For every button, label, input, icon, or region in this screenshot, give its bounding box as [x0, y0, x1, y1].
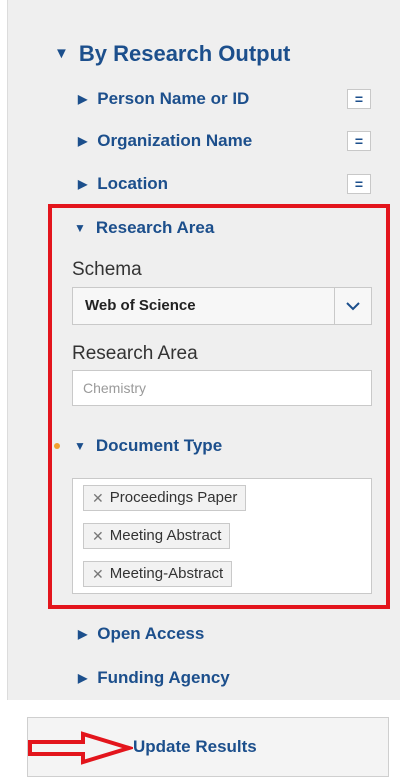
caret-right-icon: ▶ [78, 671, 88, 685]
chevron-down-icon[interactable] [334, 288, 371, 324]
update-results-label: Update Results [133, 737, 257, 756]
schema-select[interactable]: Web of Science [72, 287, 372, 325]
schema-label: Schema [72, 259, 142, 280]
orange-marker [54, 443, 60, 449]
caret-right-icon: ▶ [78, 177, 88, 191]
filter-organization-name[interactable]: ▶ Organization Name [78, 129, 252, 153]
filter-label: Person Name or ID [97, 89, 250, 108]
remove-icon[interactable]: ✕ [92, 562, 104, 586]
research-area-header[interactable]: ▼ Research Area [74, 216, 214, 240]
caret-right-icon: ▶ [78, 134, 88, 148]
filter-label: Research Area [95, 218, 215, 237]
research-area-input[interactable] [72, 370, 372, 406]
document-type-tags[interactable]: ✕ Proceedings Paper ✕ Meeting Abstract ✕… [72, 478, 372, 594]
section-title: By Research Output [78, 41, 291, 66]
filter-label: Document Type [95, 436, 223, 455]
equals-button[interactable]: = [347, 89, 371, 109]
tag-label: Meeting-Abstract [109, 565, 224, 582]
equals-button[interactable]: = [347, 174, 371, 194]
filter-label: Location [97, 174, 169, 193]
document-type-header[interactable]: ▼ Document Type [74, 434, 222, 458]
filter-label: Open Access [97, 624, 205, 643]
filter-label: Funding Agency [97, 668, 230, 687]
schema-value: Web of Science [85, 297, 196, 314]
tag-item: ✕ Proceedings Paper [83, 485, 247, 511]
caret-right-icon: ▶ [78, 627, 88, 641]
caret-down-icon: ▼ [74, 439, 86, 453]
filter-open-access[interactable]: ▶ Open Access [78, 622, 204, 646]
remove-icon[interactable]: ✕ [92, 486, 104, 510]
tag-item: ✕ Meeting-Abstract [83, 561, 233, 587]
filter-person-name[interactable]: ▶ Person Name or ID [78, 87, 249, 111]
filter-label: Organization Name [97, 131, 253, 150]
red-arrow-icon [28, 731, 133, 765]
remove-icon[interactable]: ✕ [92, 524, 104, 548]
caret-down-icon: ▼ [54, 45, 69, 62]
tag-item: ✕ Meeting Abstract [83, 523, 231, 549]
tag-label: Proceedings Paper [109, 489, 238, 506]
filter-location[interactable]: ▶ Location [78, 172, 168, 196]
caret-right-icon: ▶ [78, 92, 88, 106]
caret-down-icon: ▼ [74, 221, 86, 235]
filter-funding-agency[interactable]: ▶ Funding Agency [78, 666, 230, 690]
by-research-output-header[interactable]: ▼ By Research Output [54, 40, 290, 68]
tag-label: Meeting Abstract [109, 527, 222, 544]
research-area-label: Research Area [72, 343, 198, 364]
equals-button[interactable]: = [347, 131, 371, 151]
